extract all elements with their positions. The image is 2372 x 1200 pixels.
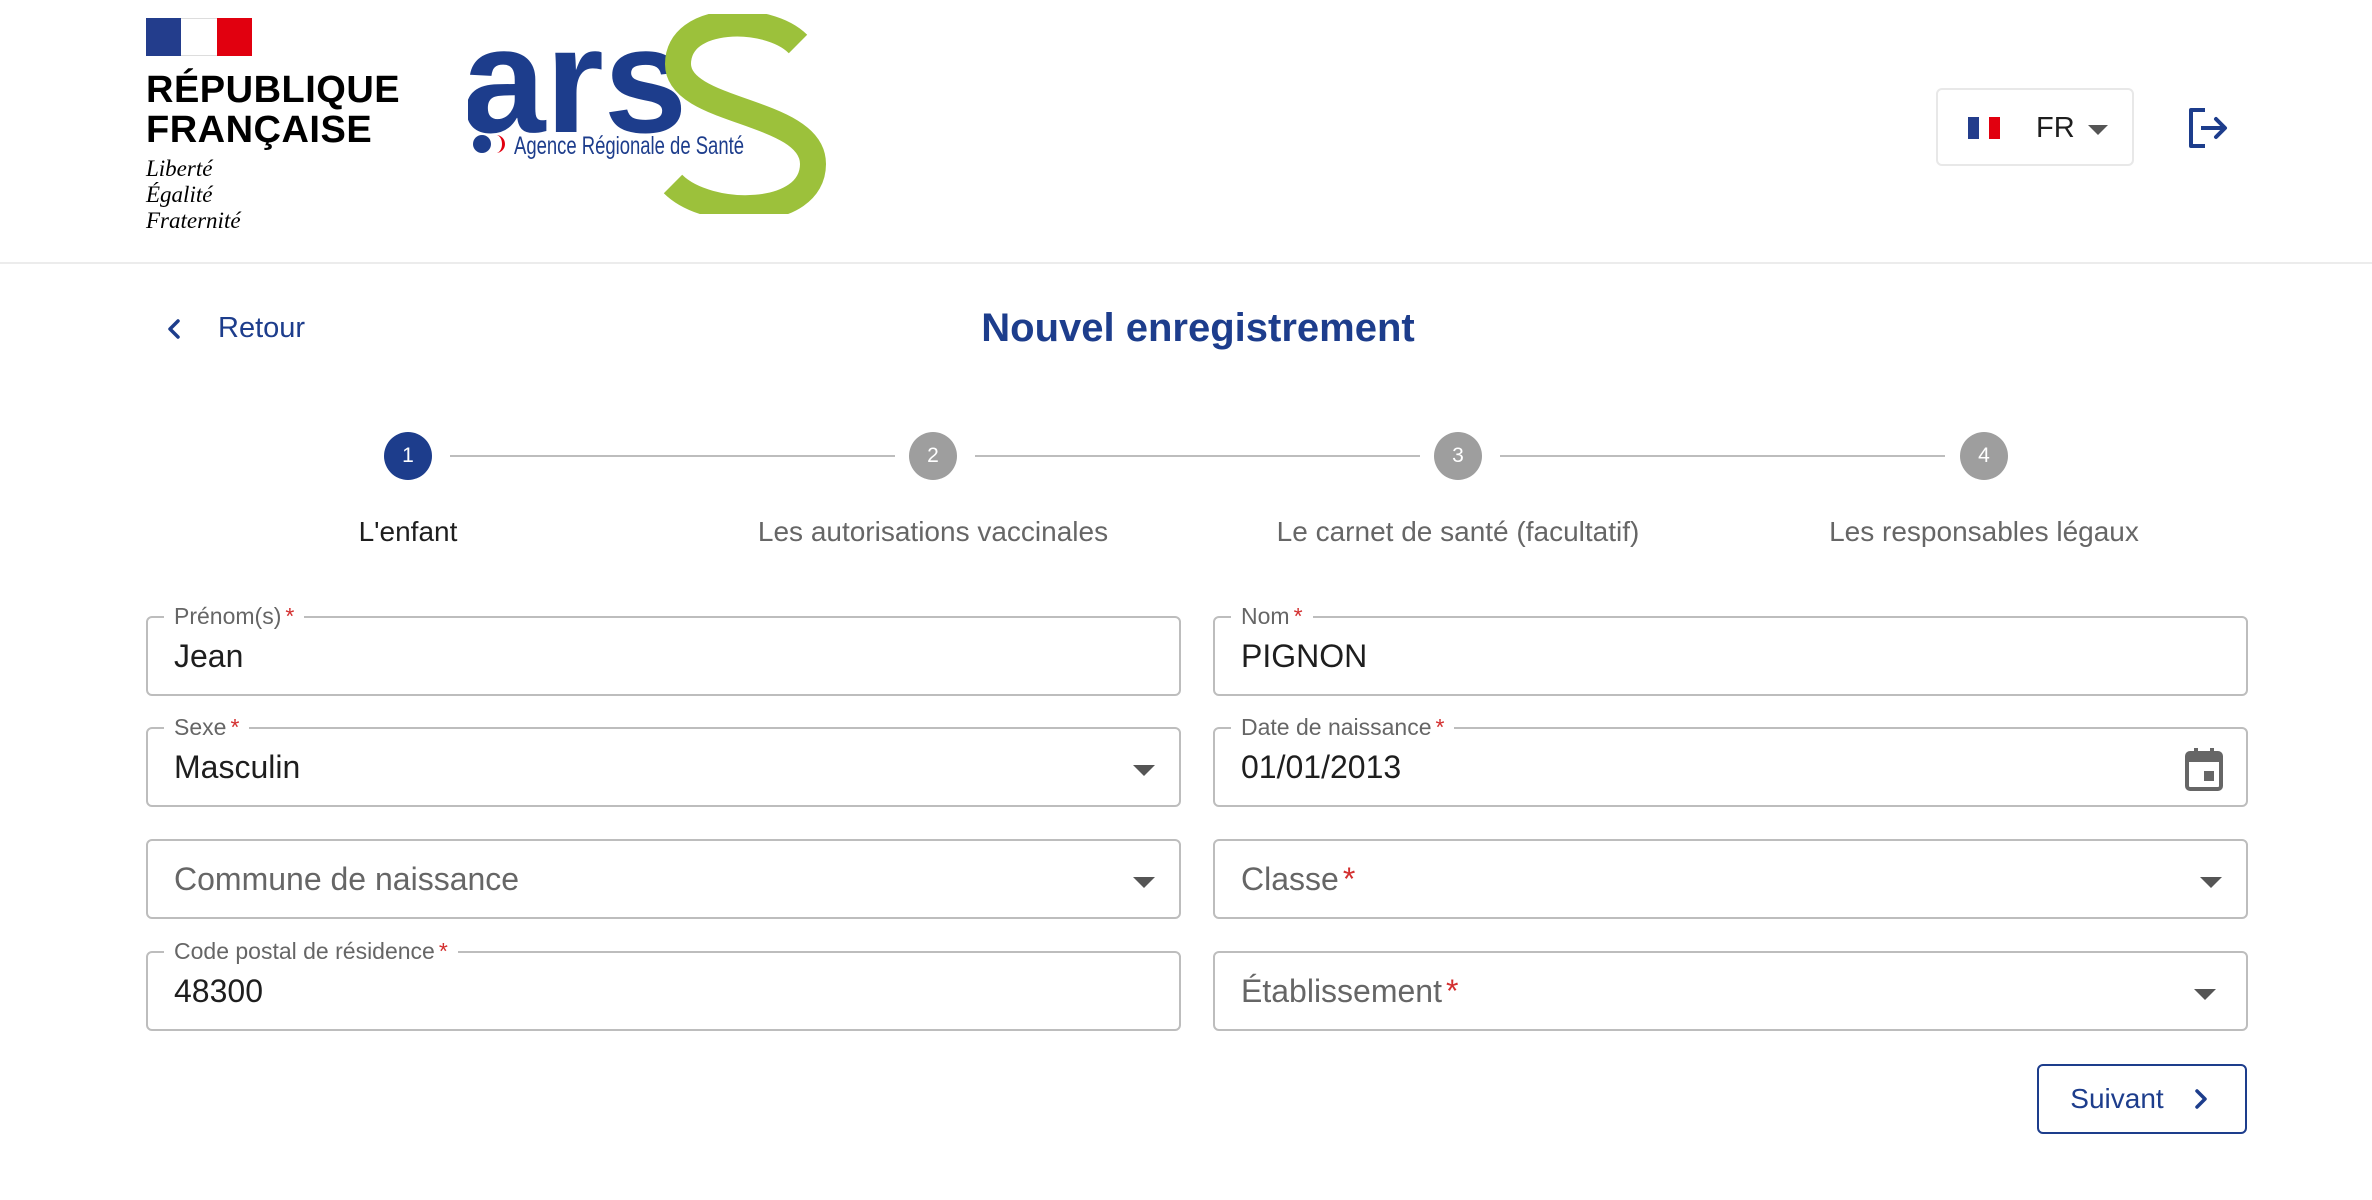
etablissement-select[interactable]: Établissement * <box>1213 951 2248 1031</box>
chevron-down-icon <box>2200 877 2222 888</box>
motto-egalite: Égalité <box>146 182 213 207</box>
code-postal-value: 48300 <box>174 973 263 1009</box>
code-postal-field[interactable]: Code postal de résidence * 48300 <box>146 938 1181 1031</box>
motto-fraternite: Fraternité <box>146 208 241 233</box>
step-connector <box>975 455 1420 457</box>
republique-name: RÉPUBLIQUE FRANÇAISE <box>146 70 406 150</box>
next-button[interactable]: Suivant <box>2037 1064 2247 1134</box>
date-naissance-field[interactable]: Date de naissance * 01/01/2013 <box>1213 714 2248 807</box>
chevron-down-icon <box>1133 765 1155 776</box>
code-postal-label: Code postal de résidence * <box>164 938 458 964</box>
chevron-down-icon <box>2088 125 2108 135</box>
ars-tagline: Agence Régionale de Santé <box>514 132 744 160</box>
nom-value: PIGNON <box>1241 638 1368 674</box>
step-1-label: L'enfant <box>358 516 458 547</box>
sexe-value: Masculin <box>174 749 301 785</box>
nom-label: Nom * <box>1231 603 1313 629</box>
calendar-icon[interactable] <box>2184 747 2224 791</box>
ars-logo[interactable]: ars Agence Régionale de Santé <box>468 14 828 214</box>
step-3-circle: 3 <box>1434 432 1482 480</box>
date-naissance-value: 01/01/2013 <box>1241 749 1402 785</box>
ars-s-shape <box>663 14 827 214</box>
sexe-label: Sexe * <box>164 714 250 740</box>
commune-placeholder: Commune de naissance <box>174 861 520 897</box>
language-selector[interactable]: FR <box>1936 88 2134 166</box>
prenom-field[interactable]: Prénom(s) * Jean <box>146 603 1181 696</box>
classe-placeholder: Classe * <box>1241 861 1356 897</box>
prenom-value: Jean <box>174 638 244 674</box>
step-1-circle: 1 <box>384 432 432 480</box>
republique-francaise-logo[interactable]: RÉPUBLIQUE FRANÇAISE Liberté Égalité Fra… <box>146 18 406 234</box>
republique-motto: Liberté Égalité Fraternité <box>146 156 406 234</box>
step-4-label: Les responsables légaux <box>1829 516 2139 547</box>
chevron-down-icon <box>1133 877 1155 888</box>
date-naissance-label: Date de naissance * <box>1231 714 1455 740</box>
ars-blue-dot <box>473 135 491 153</box>
language-code: FR <box>2036 112 2075 144</box>
france-flag-icon <box>1968 117 2001 139</box>
prenom-label: Prénom(s) * <box>164 603 305 629</box>
step-2-circle: 2 <box>909 432 957 480</box>
classe-select[interactable]: Classe * <box>1213 839 2248 919</box>
commune-select[interactable]: Commune de naissance <box>146 839 1181 919</box>
step-3-label: Le carnet de santé (facultatif) <box>1276 516 1640 547</box>
step-2-label: Les autorisations vaccinales <box>757 516 1109 547</box>
etablissement-placeholder: Établissement * <box>1241 973 1459 1009</box>
chevron-down-icon <box>2194 989 2216 1000</box>
marianne-flag-icon <box>146 18 252 56</box>
chevron-right-icon <box>2194 1089 2207 1109</box>
nom-field[interactable]: Nom * PIGNON <box>1213 603 2248 696</box>
motto-liberte: Liberté <box>146 156 213 181</box>
republique-line1: RÉPUBLIQUE <box>146 69 401 111</box>
logout-icon[interactable] <box>2183 104 2231 152</box>
site-header: RÉPUBLIQUE FRANÇAISE Liberté Égalité Fra… <box>0 0 2372 264</box>
page-title: Nouvel enregistrement <box>981 306 1415 350</box>
republique-line2: FRANÇAISE <box>146 109 373 151</box>
next-button-label: Suivant <box>2070 1083 2164 1114</box>
sexe-select[interactable]: Sexe * Masculin <box>146 714 1181 807</box>
step-connector <box>450 455 895 457</box>
step-4-circle: 4 <box>1960 432 2008 480</box>
step-connector <box>1500 455 1945 457</box>
